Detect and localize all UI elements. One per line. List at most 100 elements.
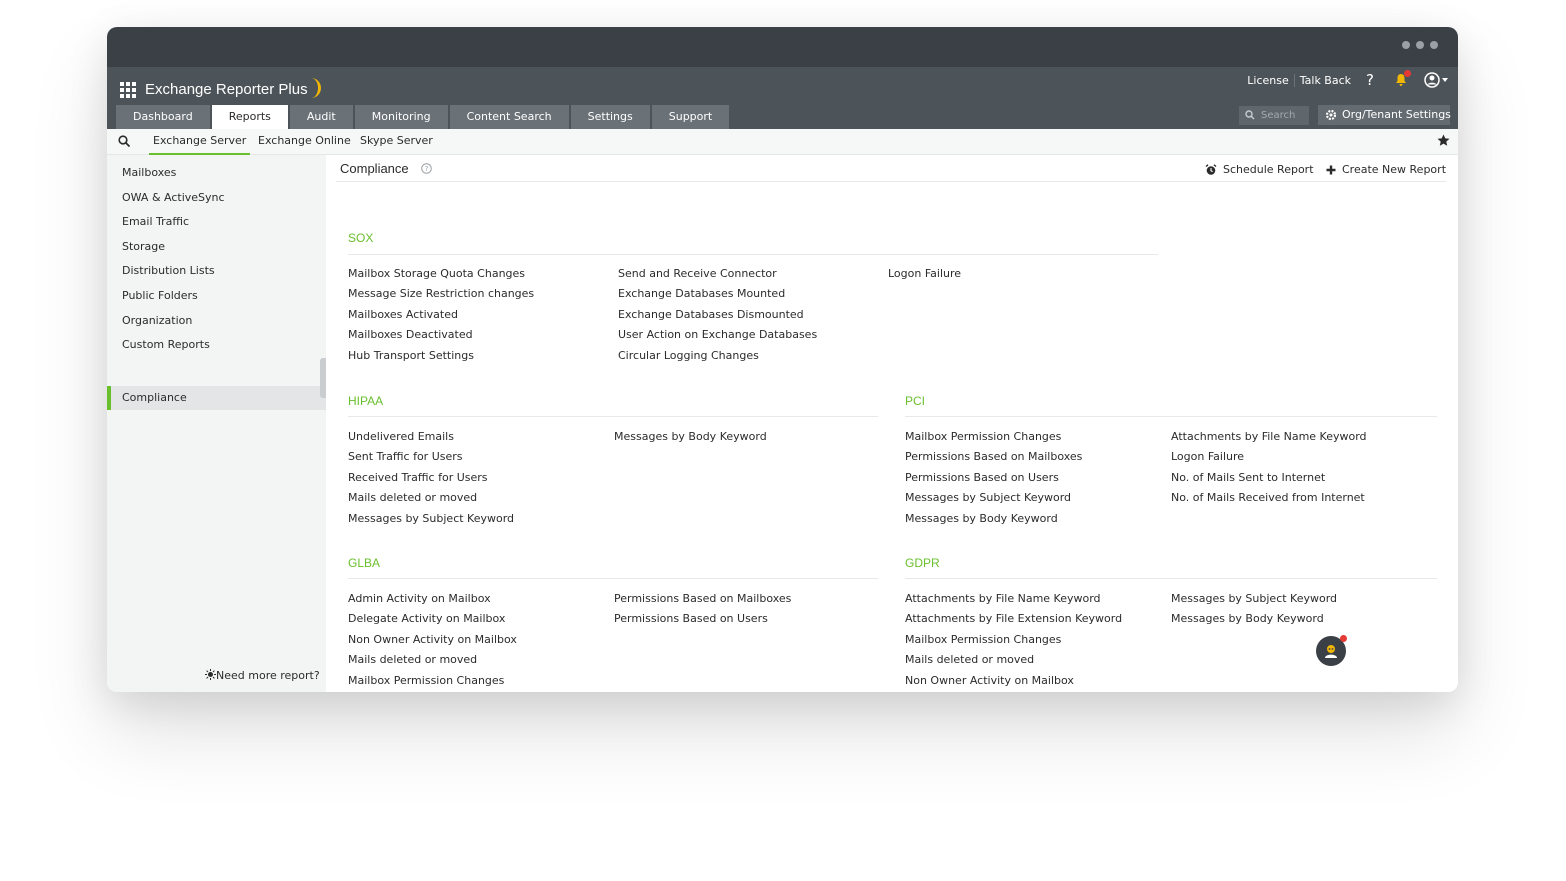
report-link[interactable]: Messages by Subject Keyword (905, 491, 1071, 504)
section-title-pci: PCI (905, 394, 926, 408)
plus-icon (1326, 165, 1336, 174)
report-link[interactable]: Mailbox Permission Changes (905, 633, 1061, 646)
sidebar-item-owa-activesync[interactable]: OWA & ActiveSync (107, 186, 326, 210)
create-new-report-button[interactable]: Create New Report (1326, 163, 1446, 176)
report-link[interactable]: Mailboxes Deactivated (348, 328, 473, 341)
page-help-icon[interactable]: ? (421, 163, 432, 174)
report-link[interactable]: Messages by Subject Keyword (1171, 592, 1337, 605)
tab-dashboard[interactable]: Dashboard (116, 105, 210, 129)
talkback-link[interactable]: Talk Back (1293, 73, 1356, 87)
section-title-glba: GLBA (348, 556, 381, 570)
report-link[interactable]: Received Traffic for Users (348, 471, 488, 484)
section-divider-gdpr (905, 578, 1437, 579)
report-link[interactable]: Permissions Based on Mailboxes (614, 592, 791, 605)
subtab-skype-server[interactable]: Skype Server (360, 129, 433, 155)
tab-monitoring[interactable]: Monitoring (354, 105, 448, 129)
report-link[interactable]: User Action on Exchange Databases (618, 328, 817, 341)
report-link[interactable]: Exchange Databases Mounted (618, 287, 785, 300)
schedule-report-button[interactable]: Schedule Report (1205, 163, 1314, 176)
tab-settings[interactable]: Settings (570, 105, 650, 129)
report-link[interactable]: No. of Mails Received from Internet (1171, 491, 1365, 504)
report-search-icon[interactable] (118, 135, 131, 148)
report-link[interactable]: Circular Logging Changes (618, 349, 759, 362)
section-divider-glba (348, 578, 878, 579)
section-title-hipaa: HIPAA (348, 394, 384, 408)
report-link[interactable]: Permissions Based on Users (614, 612, 768, 625)
report-link[interactable]: Messages by Body Keyword (1171, 612, 1324, 625)
need-more-report-link[interactable]: Need more report? (205, 669, 320, 682)
report-link[interactable]: Hub Transport Settings (348, 349, 474, 362)
favorite-star-icon[interactable] (1437, 134, 1450, 147)
report-link[interactable]: Mailbox Storage Quota Changes (348, 267, 525, 280)
tab-support[interactable]: Support (651, 105, 730, 129)
sidebar-item-public-folders[interactable]: Public Folders (107, 284, 326, 308)
report-link[interactable]: Non Owner Activity on Mailbox (348, 633, 517, 646)
report-link[interactable]: Undelivered Emails (348, 430, 454, 443)
main-content: Compliance ? Schedule Report Create New … (326, 155, 1458, 692)
report-link[interactable]: Exchange Databases Dismounted (618, 308, 804, 321)
section-title-sox: SOX (348, 231, 374, 245)
report-link[interactable]: Mails deleted or moved (348, 653, 477, 666)
section-divider-pci (905, 416, 1437, 417)
tab-audit[interactable]: Audit (289, 105, 353, 129)
sidebar-item-storage[interactable]: Storage (107, 235, 326, 259)
lightbulb-icon (205, 669, 216, 680)
top-links: License Talk Back ? (1242, 70, 1448, 89)
sidebar-item-email-traffic[interactable]: Email Traffic (107, 210, 326, 234)
app-grid-icon[interactable] (120, 82, 136, 98)
report-link[interactable]: Mails deleted or moved (905, 653, 1034, 666)
report-link[interactable]: Admin Activity on Mailbox (348, 592, 491, 605)
app-logo[interactable]: Exchange Reporter Plus (145, 78, 321, 98)
report-link[interactable]: Logon Failure (888, 267, 961, 280)
report-link[interactable]: Mailboxes Activated (348, 308, 458, 321)
sidebar-item-distribution-lists[interactable]: Distribution Lists (107, 259, 326, 283)
main-tabs: Dashboard Reports Audit Monitoring Conte… (116, 105, 730, 129)
create-new-report-label: Create New Report (1342, 163, 1447, 176)
report-link[interactable]: Messages by Body Keyword (614, 430, 767, 443)
license-link[interactable]: License (1242, 74, 1293, 87)
sidebar-item-organization[interactable]: Organization (107, 309, 326, 333)
window-menu-dots-icon[interactable] (1402, 41, 1438, 49)
chat-assistant-button[interactable] (1316, 635, 1347, 666)
report-link[interactable]: Non Owner Activity on Mailbox (905, 674, 1074, 687)
report-link[interactable]: Delegate Activity on Mailbox (348, 612, 505, 625)
report-link[interactable]: Message Size Restriction changes (348, 287, 534, 300)
title-divider (336, 181, 1446, 182)
chat-unread-dot (1340, 635, 1347, 642)
tab-content-search[interactable]: Content Search (449, 105, 569, 129)
report-link[interactable]: Messages by Body Keyword (905, 512, 1058, 525)
window-titlebar (107, 27, 1458, 67)
page-title: Compliance (340, 161, 409, 176)
report-link[interactable]: Mailbox Permission Changes (348, 674, 504, 687)
sidebar: Mailboxes OWA & ActiveSync Email Traffic… (107, 155, 326, 692)
subtab-exchange-online[interactable]: Exchange Online (258, 129, 351, 155)
org-tenant-settings-button[interactable]: Org/Tenant Settings (1318, 105, 1451, 125)
report-link[interactable]: Permissions Based on Users (905, 471, 1059, 484)
report-link[interactable]: Mailbox Permission Changes (905, 430, 1061, 443)
report-link[interactable]: Send and Receive Connector (618, 267, 777, 280)
search-input[interactable]: Search (1239, 106, 1309, 125)
report-link[interactable]: Permissions Based on Mailboxes (905, 450, 1082, 463)
sidebar-item-custom-reports[interactable]: Custom Reports (107, 333, 326, 357)
notification-bell-icon[interactable] (1394, 70, 1411, 87)
gear-icon (1325, 109, 1337, 121)
user-avatar-icon (1424, 72, 1440, 88)
user-menu[interactable] (1424, 72, 1448, 88)
report-link[interactable]: Mails deleted or moved (348, 491, 477, 504)
report-link[interactable]: Sent Traffic for Users (348, 450, 463, 463)
report-link[interactable]: Messages by Subject Keyword (348, 512, 514, 525)
report-link[interactable]: No. of Mails Sent to Internet (1171, 471, 1325, 484)
sidebar-item-mailboxes[interactable]: Mailboxes (107, 161, 326, 185)
report-link[interactable]: Attachments by File Name Keyword (905, 592, 1101, 605)
report-link[interactable]: Attachments by File Name Keyword (1171, 430, 1367, 443)
report-link[interactable]: Attachments by File Extension Keyword (905, 612, 1122, 625)
report-link[interactable]: Logon Failure (1171, 450, 1244, 463)
need-more-report-label: Need more report? (216, 669, 320, 682)
app-title: Exchange Reporter Plus (145, 81, 308, 98)
sidebar-item-compliance[interactable]: Compliance (107, 386, 326, 410)
help-icon[interactable]: ? (1356, 71, 1384, 89)
subtab-exchange-server[interactable]: Exchange Server (149, 129, 251, 155)
alarm-clock-icon (1205, 163, 1217, 175)
tab-reports[interactable]: Reports (211, 105, 288, 129)
schedule-report-label: Schedule Report (1223, 163, 1314, 176)
